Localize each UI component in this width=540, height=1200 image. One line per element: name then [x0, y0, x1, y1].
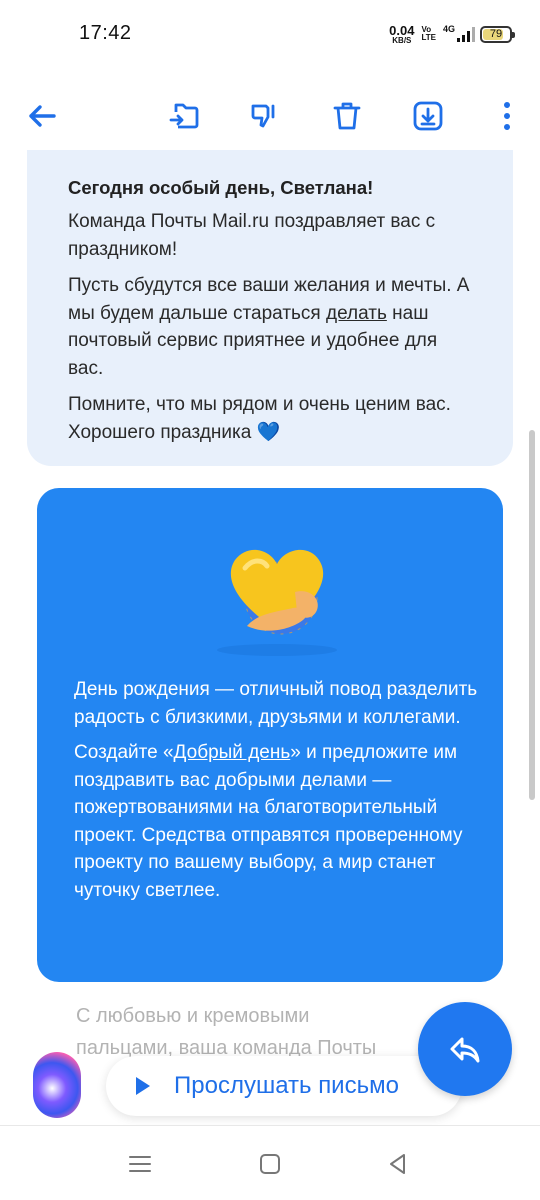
signoff-text: С любовью и кремовыми пальцами, ваша ком… [76, 1005, 377, 1059]
play-icon [136, 1077, 150, 1095]
network-speed: 0.04 KB/S [389, 24, 414, 45]
move-button[interactable] [165, 96, 205, 136]
listen-email-label: Прослушать письмо [174, 1072, 399, 1099]
back-nav-button[interactable] [378, 1146, 418, 1182]
kind-day-text: День рождения — отличный повод разделить… [74, 676, 484, 912]
email-body[interactable]: Сегодня особый день, Светлана! Команда П… [0, 150, 540, 1125]
battery-level: 79 [489, 28, 503, 40]
greeting-card: Сегодня особый день, Светлана! Команда П… [27, 150, 513, 466]
greeting-para-1: Команда Почты Mail.ru поздравляет вас с … [68, 211, 436, 260]
greeting-link-delat[interactable]: делать [326, 303, 387, 324]
battery-icon: 79 [480, 25, 515, 43]
back-button[interactable] [22, 96, 62, 136]
kind-day-card: День рождения — отличный повод разделить… [37, 488, 503, 982]
status-bar: 17:42 0.04 KB/S Vo LTE 4G 79 [0, 0, 540, 68]
email-toolbar [0, 88, 540, 144]
kind-day-link[interactable]: Добрый день [174, 742, 291, 763]
menu-lines-icon [129, 1156, 151, 1172]
more-button[interactable] [487, 96, 527, 136]
network-speed-value: 0.04 [389, 22, 415, 38]
move-to-folder-icon [169, 103, 199, 129]
system-nav-bar [0, 1125, 540, 1200]
kind-day-para-2-start: Создайте « [74, 742, 174, 763]
reply-button[interactable] [418, 1002, 512, 1096]
signal-icon: 4G [443, 24, 475, 42]
spam-button[interactable] [245, 96, 285, 136]
kind-day-para-2-end: » и предложите им поздравить вас добрыми… [74, 742, 463, 901]
volte-icon: Vo LTE [421, 26, 436, 42]
status-time: 17:42 [79, 22, 132, 44]
scrollbar[interactable] [529, 430, 535, 800]
home-square-icon [260, 1154, 280, 1174]
download-icon [413, 101, 443, 131]
greeting-para-2: Пусть сбудутся все ваши желания и мечты.… [68, 272, 473, 382]
more-vertical-icon [504, 102, 510, 130]
network-type: 4G [443, 24, 456, 34]
greeting-heading: Сегодня особый день, Светлана! [68, 177, 374, 198]
kind-day-para-1: День рождения — отличный повод разделить… [74, 679, 478, 728]
voice-assistant-orb[interactable] [33, 1052, 81, 1118]
mark-spam-icon [251, 104, 275, 128]
delete-button[interactable] [327, 96, 367, 136]
status-icons: 0.04 KB/S Vo LTE 4G 79 [389, 20, 515, 48]
reply-icon [450, 1037, 480, 1063]
save-button[interactable] [408, 96, 448, 136]
listen-email-button[interactable]: Прослушать письмо [106, 1056, 462, 1116]
back-triangle-icon [390, 1154, 405, 1174]
greeting-para-3: Помните, что мы рядом и очень ценим вас.… [68, 394, 451, 443]
volte-bottom: LTE [421, 33, 436, 42]
home-button[interactable] [250, 1146, 290, 1182]
back-arrow-icon [29, 105, 56, 127]
heart-hug-illustration [217, 549, 337, 656]
network-speed-unit: KB/S [392, 35, 412, 45]
kind-day-para-2: Создайте «Добрый день» и предложите им п… [74, 739, 484, 904]
recents-button[interactable] [120, 1146, 160, 1182]
trash-icon [333, 102, 361, 130]
